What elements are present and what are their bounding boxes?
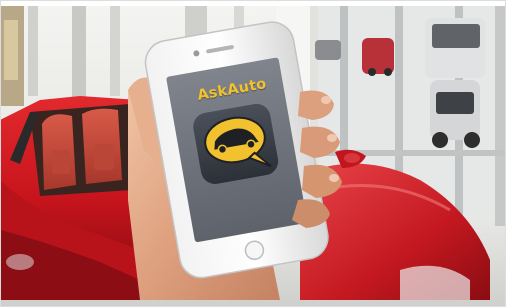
photo-scene: AskAuto [0, 0, 506, 307]
photo-canvas [0, 0, 506, 307]
